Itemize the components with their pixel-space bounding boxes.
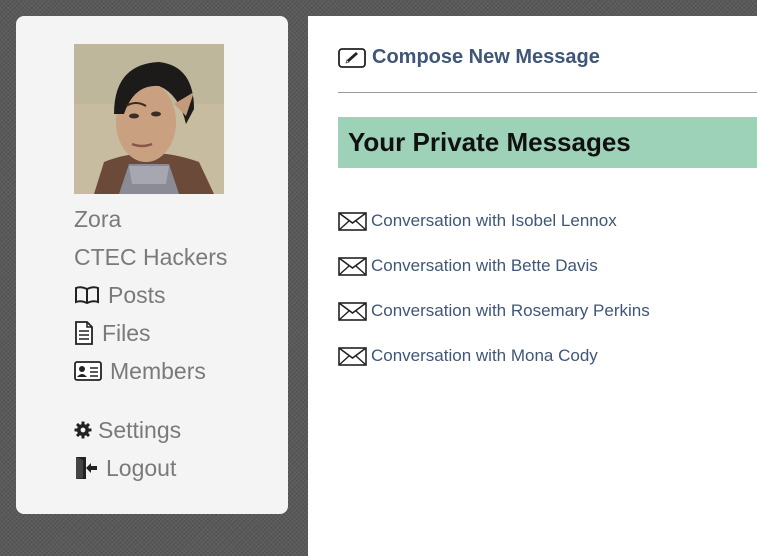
sidebar: Zora CTEC Hackers Posts Files Members Se… [16,16,288,514]
logout-door-icon [74,456,98,480]
conversation-item[interactable]: Conversation with Bette Davis [338,256,598,276]
compose-label: Compose New Message [372,46,600,68]
envelope-icon [338,346,367,366]
nav-logout[interactable]: Logout [74,455,176,481]
compose-new-message-link[interactable]: Compose New Message [338,46,600,69]
page-title: Your Private Messages [348,127,631,157]
conversation-item[interactable]: Conversation with Mona Cody [338,346,598,366]
id-card-icon [74,361,102,381]
main-panel: Compose New Message Your Private Message… [308,16,757,556]
conversation-label: Conversation with Rosemary Perkins [371,301,650,320]
nav-files-label: Files [102,320,151,346]
envelope-icon [338,211,367,231]
nav-files[interactable]: Files [74,320,151,346]
conversation-item[interactable]: Conversation with Isobel Lennox [338,211,617,231]
conversation-item[interactable]: Conversation with Rosemary Perkins [338,301,650,321]
conversation-label: Conversation with Bette Davis [371,256,598,275]
document-icon [74,321,94,345]
messages-heading-banner: Your Private Messages [338,117,757,168]
group-name-label: CTEC Hackers [74,244,228,270]
nav-members[interactable]: Members [74,358,206,384]
profile-name-label: Zora [74,206,122,232]
conversation-label: Conversation with Mona Cody [371,346,598,365]
profile-name: Zora [74,206,121,232]
nav-settings-label: Settings [98,417,182,443]
group-name: CTEC Hackers [74,244,227,270]
avatar-image [74,44,224,194]
nav-posts-label: Posts [108,282,166,308]
book-icon [74,285,100,305]
pencil-square-icon [338,47,366,68]
gear-icon [74,421,92,439]
nav-logout-label: Logout [106,455,177,481]
envelope-icon [338,301,367,321]
divider [338,92,757,93]
avatar[interactable] [74,44,224,194]
envelope-icon [338,256,367,276]
nav-settings[interactable]: Settings [74,417,181,443]
nav-posts[interactable]: Posts [74,282,166,308]
conversation-label: Conversation with Isobel Lennox [371,211,617,230]
nav-members-label: Members [110,358,206,384]
